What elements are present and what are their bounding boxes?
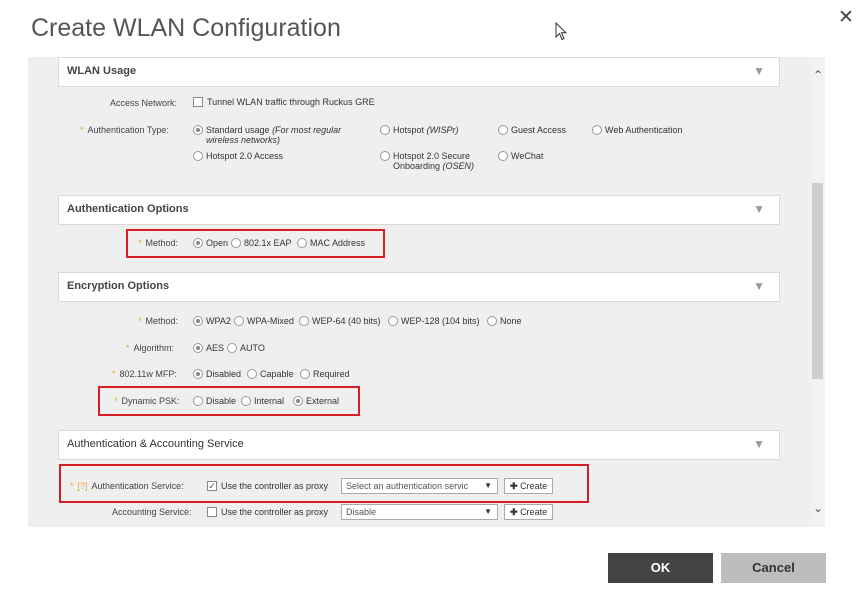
- scrollbar-thumb[interactable]: [812, 183, 823, 379]
- section-wlan-usage[interactable]: WLAN Usage ▼: [58, 57, 780, 87]
- algorithm-aes[interactable]: AES: [193, 343, 224, 353]
- dialog-title: Create WLAN Configuration: [31, 14, 341, 42]
- auth-type-standard[interactable]: Standard usage (For most regular wireles…: [193, 125, 373, 145]
- acct-service-select[interactable]: Disable ▼: [341, 504, 498, 520]
- radio-icon[interactable]: [388, 316, 398, 326]
- enc-method-wep128[interactable]: WEP-128 (104 bits): [388, 316, 480, 326]
- auth-type-label: * Authentication Type:: [80, 125, 169, 135]
- radio-icon[interactable]: [498, 125, 508, 135]
- chevron-down-icon[interactable]: ⌄: [813, 501, 823, 515]
- enc-method-wep64[interactable]: WEP-64 (40 bits): [299, 316, 381, 326]
- checkbox-icon[interactable]: [193, 97, 203, 107]
- section-title: WLAN Usage: [67, 65, 137, 77]
- radio-icon[interactable]: [592, 125, 602, 135]
- triangle-down-icon[interactable]: ▼: [753, 64, 765, 78]
- radio-icon[interactable]: [193, 343, 203, 353]
- ok-button[interactable]: OK: [608, 553, 713, 583]
- auth-type-hotspot20-secure[interactable]: Hotspot 2.0 Secure Onboarding (OSEN): [380, 151, 474, 171]
- algorithm-auto[interactable]: AUTO: [227, 343, 265, 353]
- create-acct-service-button[interactable]: ✚ Create: [504, 504, 554, 520]
- acct-use-controller-checkbox[interactable]: Use the controller as proxy: [207, 507, 328, 517]
- chevron-up-icon[interactable]: ⌃: [813, 68, 823, 82]
- enc-method-wpa2[interactable]: WPA2: [193, 316, 231, 326]
- scrollbar[interactable]: ⌃ ⌄: [810, 57, 825, 527]
- close-icon[interactable]: ✕: [838, 6, 854, 29]
- plus-icon: ✚: [510, 507, 518, 517]
- radio-icon[interactable]: [193, 125, 203, 135]
- enc-method-wpa-mixed[interactable]: WPA-Mixed: [234, 316, 294, 326]
- auth-type-web[interactable]: Web Authentication: [592, 125, 682, 135]
- enc-method-none[interactable]: None: [487, 316, 522, 326]
- section-title: Encryption Options: [67, 280, 170, 292]
- section-title: Authentication Options: [67, 203, 189, 215]
- tunnel-gre-checkbox[interactable]: Tunnel WLAN traffic through Ruckus GRE: [193, 97, 375, 107]
- section-auth-options[interactable]: Authentication Options ▼: [58, 195, 780, 225]
- radio-icon[interactable]: [380, 151, 390, 161]
- radio-icon[interactable]: [193, 316, 203, 326]
- auth-type-wechat[interactable]: WeChat: [498, 151, 543, 161]
- section-title: Authentication & Accounting Service: [67, 438, 244, 450]
- highlight-box-dynamic-psk: [98, 386, 360, 416]
- mfp-disabled[interactable]: Disabled: [193, 369, 241, 379]
- radio-icon[interactable]: [193, 369, 203, 379]
- highlight-box-auth-service: [59, 464, 589, 503]
- triangle-down-icon[interactable]: ▼: [753, 437, 765, 451]
- radio-icon[interactable]: [487, 316, 497, 326]
- mfp-required[interactable]: Required: [300, 369, 350, 379]
- section-auth-accounting[interactable]: Authentication & Accounting Service ▼: [58, 430, 780, 460]
- radio-icon[interactable]: [247, 369, 257, 379]
- radio-icon[interactable]: [380, 125, 390, 135]
- access-network-label: Access Network:: [110, 98, 178, 108]
- checkbox-icon[interactable]: [207, 507, 217, 517]
- auth-type-hotspot[interactable]: Hotspot (WISPr): [380, 125, 459, 135]
- radio-icon[interactable]: [193, 151, 203, 161]
- auth-type-guest[interactable]: Guest Access: [498, 125, 566, 135]
- acct-service-label: Accounting Service:: [112, 507, 192, 517]
- dialog-scroll-area[interactable]: WLAN Usage ▼ Access Network: Tunnel WLAN…: [28, 57, 825, 527]
- chevron-down-icon: ▼: [484, 507, 492, 516]
- radio-icon[interactable]: [299, 316, 309, 326]
- radio-icon[interactable]: [498, 151, 508, 161]
- mfp-label: * 802.11w MFP:: [112, 369, 177, 379]
- enc-method-label: * Method:: [138, 316, 179, 326]
- auth-type-hotspot20[interactable]: Hotspot 2.0 Access: [193, 151, 283, 161]
- radio-icon[interactable]: [234, 316, 244, 326]
- mfp-capable[interactable]: Capable: [247, 369, 294, 379]
- radio-icon[interactable]: [300, 369, 310, 379]
- highlight-box-auth-method: [126, 229, 385, 258]
- radio-icon[interactable]: [227, 343, 237, 353]
- section-encryption-options[interactable]: Encryption Options ▼: [58, 272, 780, 302]
- algorithm-label: * Algorithm:: [126, 343, 175, 353]
- triangle-down-icon[interactable]: ▼: [753, 279, 765, 293]
- cancel-button[interactable]: Cancel: [721, 553, 826, 583]
- triangle-down-icon[interactable]: ▼: [753, 202, 765, 216]
- mouse-pointer-icon: [555, 22, 567, 41]
